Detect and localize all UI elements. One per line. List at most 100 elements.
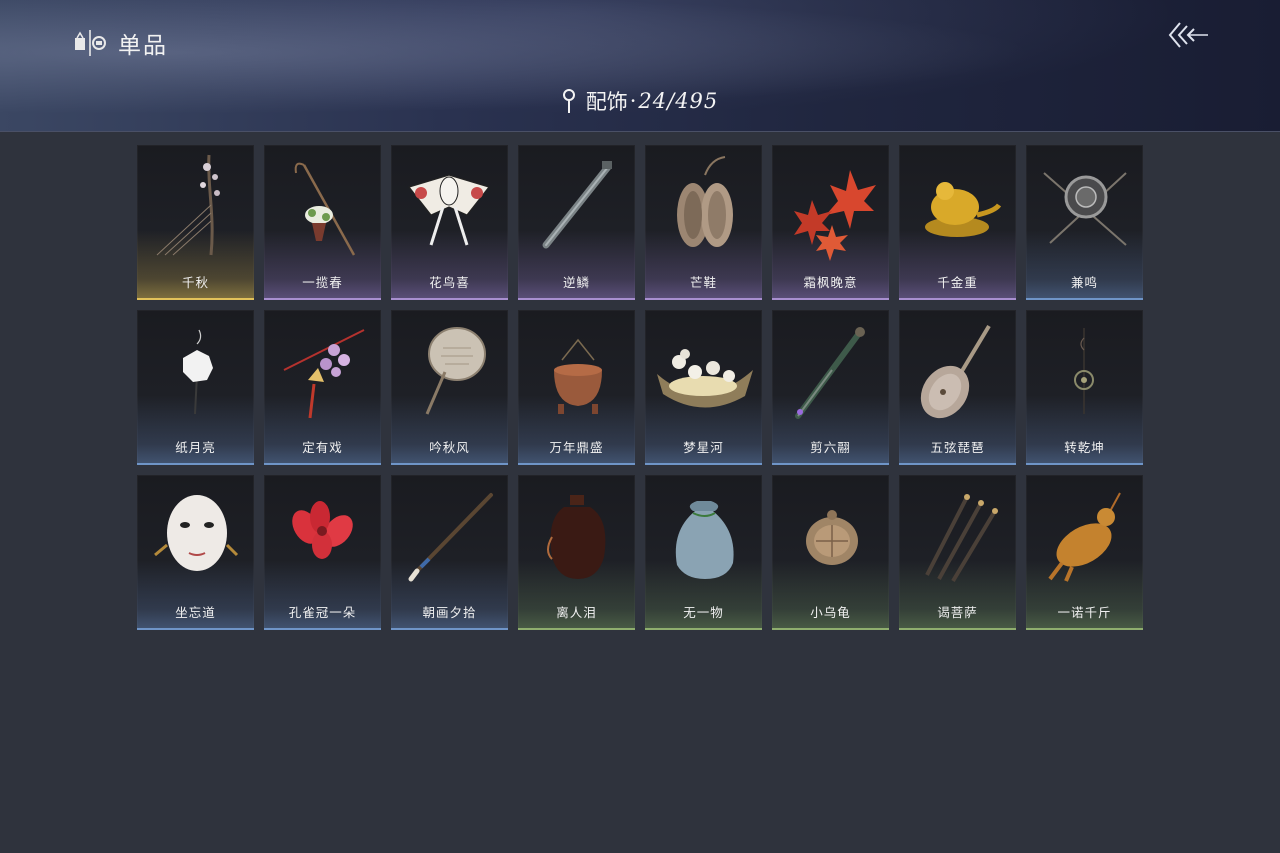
location-pin-icon [562,89,575,113]
item-name: 万年鼎盛 [549,440,604,455]
item-name: 谒菩萨 [937,605,978,620]
item-card[interactable]: 谒菩萨 [899,475,1016,630]
item-name: 坐忘道 [175,605,216,620]
wardrobe-icon [75,30,106,56]
rarity-bar [264,298,381,300]
item-name: 逆鳞 [562,275,590,290]
rarity-bar [391,628,508,630]
item-card[interactable]: 坐忘道 [137,475,254,630]
item-card[interactable]: 兼鸣 [1026,145,1143,300]
item-card[interactable]: 五弦琵琶 [899,310,1016,465]
item-name: 千秋 [181,275,209,290]
item-name: 千金重 [937,275,978,290]
rarity-bar [1026,628,1143,630]
page-title: 单品 [118,33,168,59]
rarity-bar [137,463,254,465]
item-card[interactable]: 逆鳞 [518,145,635,300]
item-card[interactable]: 纸月亮 [137,310,254,465]
rarity-bar [1026,463,1143,465]
rarity-bar [391,298,508,300]
item-name: 离人泪 [556,605,597,620]
item-name: 梦星河 [683,440,724,455]
rarity-bar [645,298,762,300]
category-count: 24/495 [638,89,719,113]
paper-moon-icon [183,329,213,415]
item-card[interactable]: 千秋 [137,145,254,300]
rarity-bar [518,628,635,630]
cloth-pouch-icon [675,501,734,579]
item-name: 霜枫晚意 [803,275,858,290]
item-name: 朝画夕拾 [422,605,477,620]
item-name: 定有戏 [302,440,343,455]
maple-leaves-icon [794,170,876,261]
title-group: 单品 [74,26,168,60]
item-card[interactable]: 朝画夕拾 [391,475,508,630]
item-card[interactable]: 孔雀冠一朵 [264,475,381,630]
item-grid: 千秋 一揽春 花鸟喜 逆鳞 芒鞋 霜枫晚意 千金重 兼鸣 纸月亮 定有戏 吟秋风… [137,145,1143,630]
turtle-icon [806,510,858,565]
rarity-bar [899,463,1016,465]
item-card[interactable]: 一揽春 [264,145,381,300]
rarity-bar [645,463,762,465]
item-name: 兼鸣 [1070,275,1098,290]
item-card[interactable]: 梦星河 [645,310,762,465]
item-name: 小乌龟 [810,605,851,620]
rarity-bar [772,298,889,300]
rarity-bar [1026,298,1143,300]
item-name: 五弦琵琶 [930,440,985,455]
rarity-bar [772,463,889,465]
item-card[interactable]: 定有戏 [264,310,381,465]
rarity-bar [772,628,889,630]
golden-toad-icon [925,182,1002,237]
item-card[interactable]: 一诺千斤 [1026,475,1143,630]
item-card[interactable]: 千金重 [899,145,1016,300]
darts-icon [925,494,998,583]
item-card[interactable]: 花鸟喜 [391,145,508,300]
item-name: 花鸟喜 [429,275,470,290]
item-name: 芒鞋 [689,275,717,290]
rarity-bar [137,298,254,300]
plum-blossom-pendant-icon [283,329,365,419]
rarity-bar [899,298,1016,300]
round-fan-icon [425,327,486,415]
header-banner: 单品 配饰 · 24/495 [0,0,1280,132]
rarity-bar [264,463,381,465]
rarity-bar [518,463,635,465]
item-card[interactable]: 离人泪 [518,475,635,630]
swing-branch-icon [156,154,220,256]
category-separator: · [629,89,637,113]
pipa-icon [920,324,991,419]
category-name: 配饰 [585,90,628,114]
flower-basket-icon [294,162,356,256]
flower-boat-icon [657,349,753,408]
item-name: 无一物 [683,605,724,620]
shield-ornament-icon [1043,172,1127,246]
red-flower-icon [292,501,353,559]
item-card[interactable]: 霜枫晚意 [772,145,889,300]
back-arrow-icon[interactable] [1166,20,1210,50]
item-card[interactable]: 小乌龟 [772,475,889,630]
wine-jar-icon [547,495,606,579]
rarity-bar [899,628,1016,630]
item-name: 剪六翮 [810,440,851,455]
rarity-bar [518,298,635,300]
item-card[interactable]: 万年鼎盛 [518,310,635,465]
opera-mask-icon [154,495,239,571]
item-card[interactable]: 吟秋风 [391,310,508,465]
item-name: 一诺千斤 [1057,605,1112,620]
rarity-bar [137,628,254,630]
straw-sandals-icon [677,156,733,247]
brush-pen-icon [408,493,493,582]
item-card[interactable]: 芒鞋 [645,145,762,300]
hanging-charm-icon [1074,328,1094,414]
flute-icon [542,161,612,249]
bird-kite-icon [407,174,491,246]
item-card[interactable]: 转乾坤 [1026,310,1143,465]
item-card[interactable]: 无一物 [645,475,762,630]
bronze-cauldron-icon [554,338,602,414]
item-name: 转乾坤 [1064,440,1105,455]
item-name: 一揽春 [302,275,343,290]
item-name: 孔雀冠一朵 [288,605,357,620]
roast-chicken-icon [1048,492,1121,582]
item-card[interactable]: 剪六翮 [772,310,889,465]
